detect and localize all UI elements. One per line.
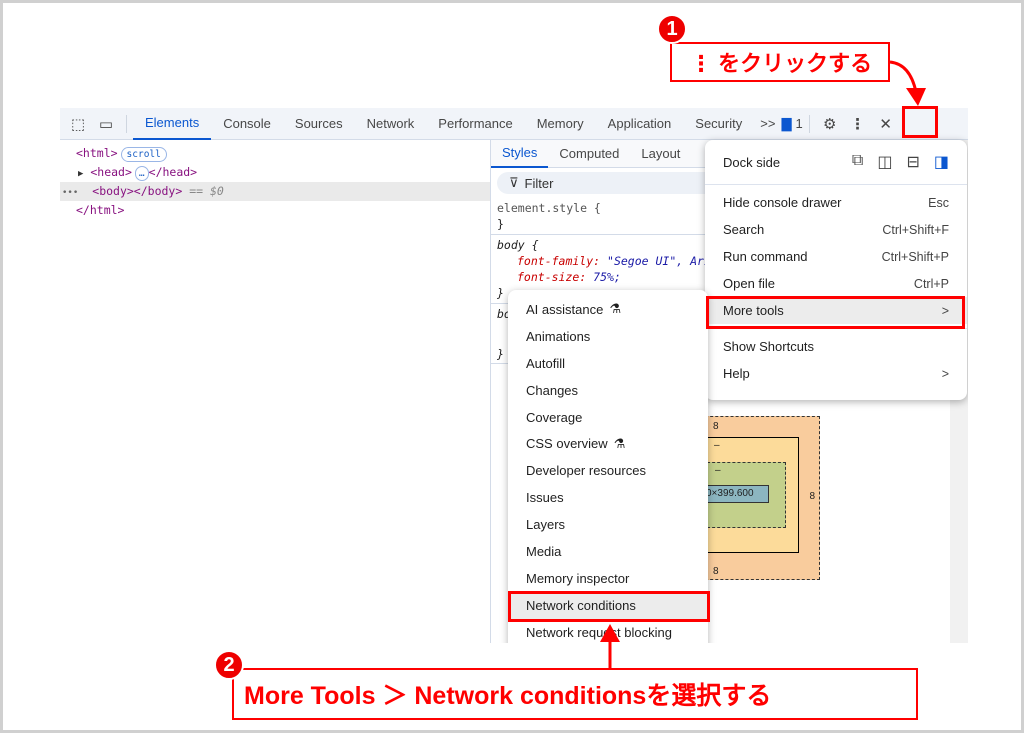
step2-callout: More Tools ＞ Network conditionsを選択する	[232, 668, 918, 720]
step1-number: 1	[657, 14, 687, 44]
step2-number: 2	[214, 650, 244, 680]
step1-text: ⋮ をクリックする	[690, 51, 873, 76]
annotation-arrows	[600, 60, 926, 668]
step1-callout: ⋮ をクリックする	[670, 42, 890, 82]
step2-text: More Tools ＞ Network conditionsを選択する	[244, 682, 772, 710]
